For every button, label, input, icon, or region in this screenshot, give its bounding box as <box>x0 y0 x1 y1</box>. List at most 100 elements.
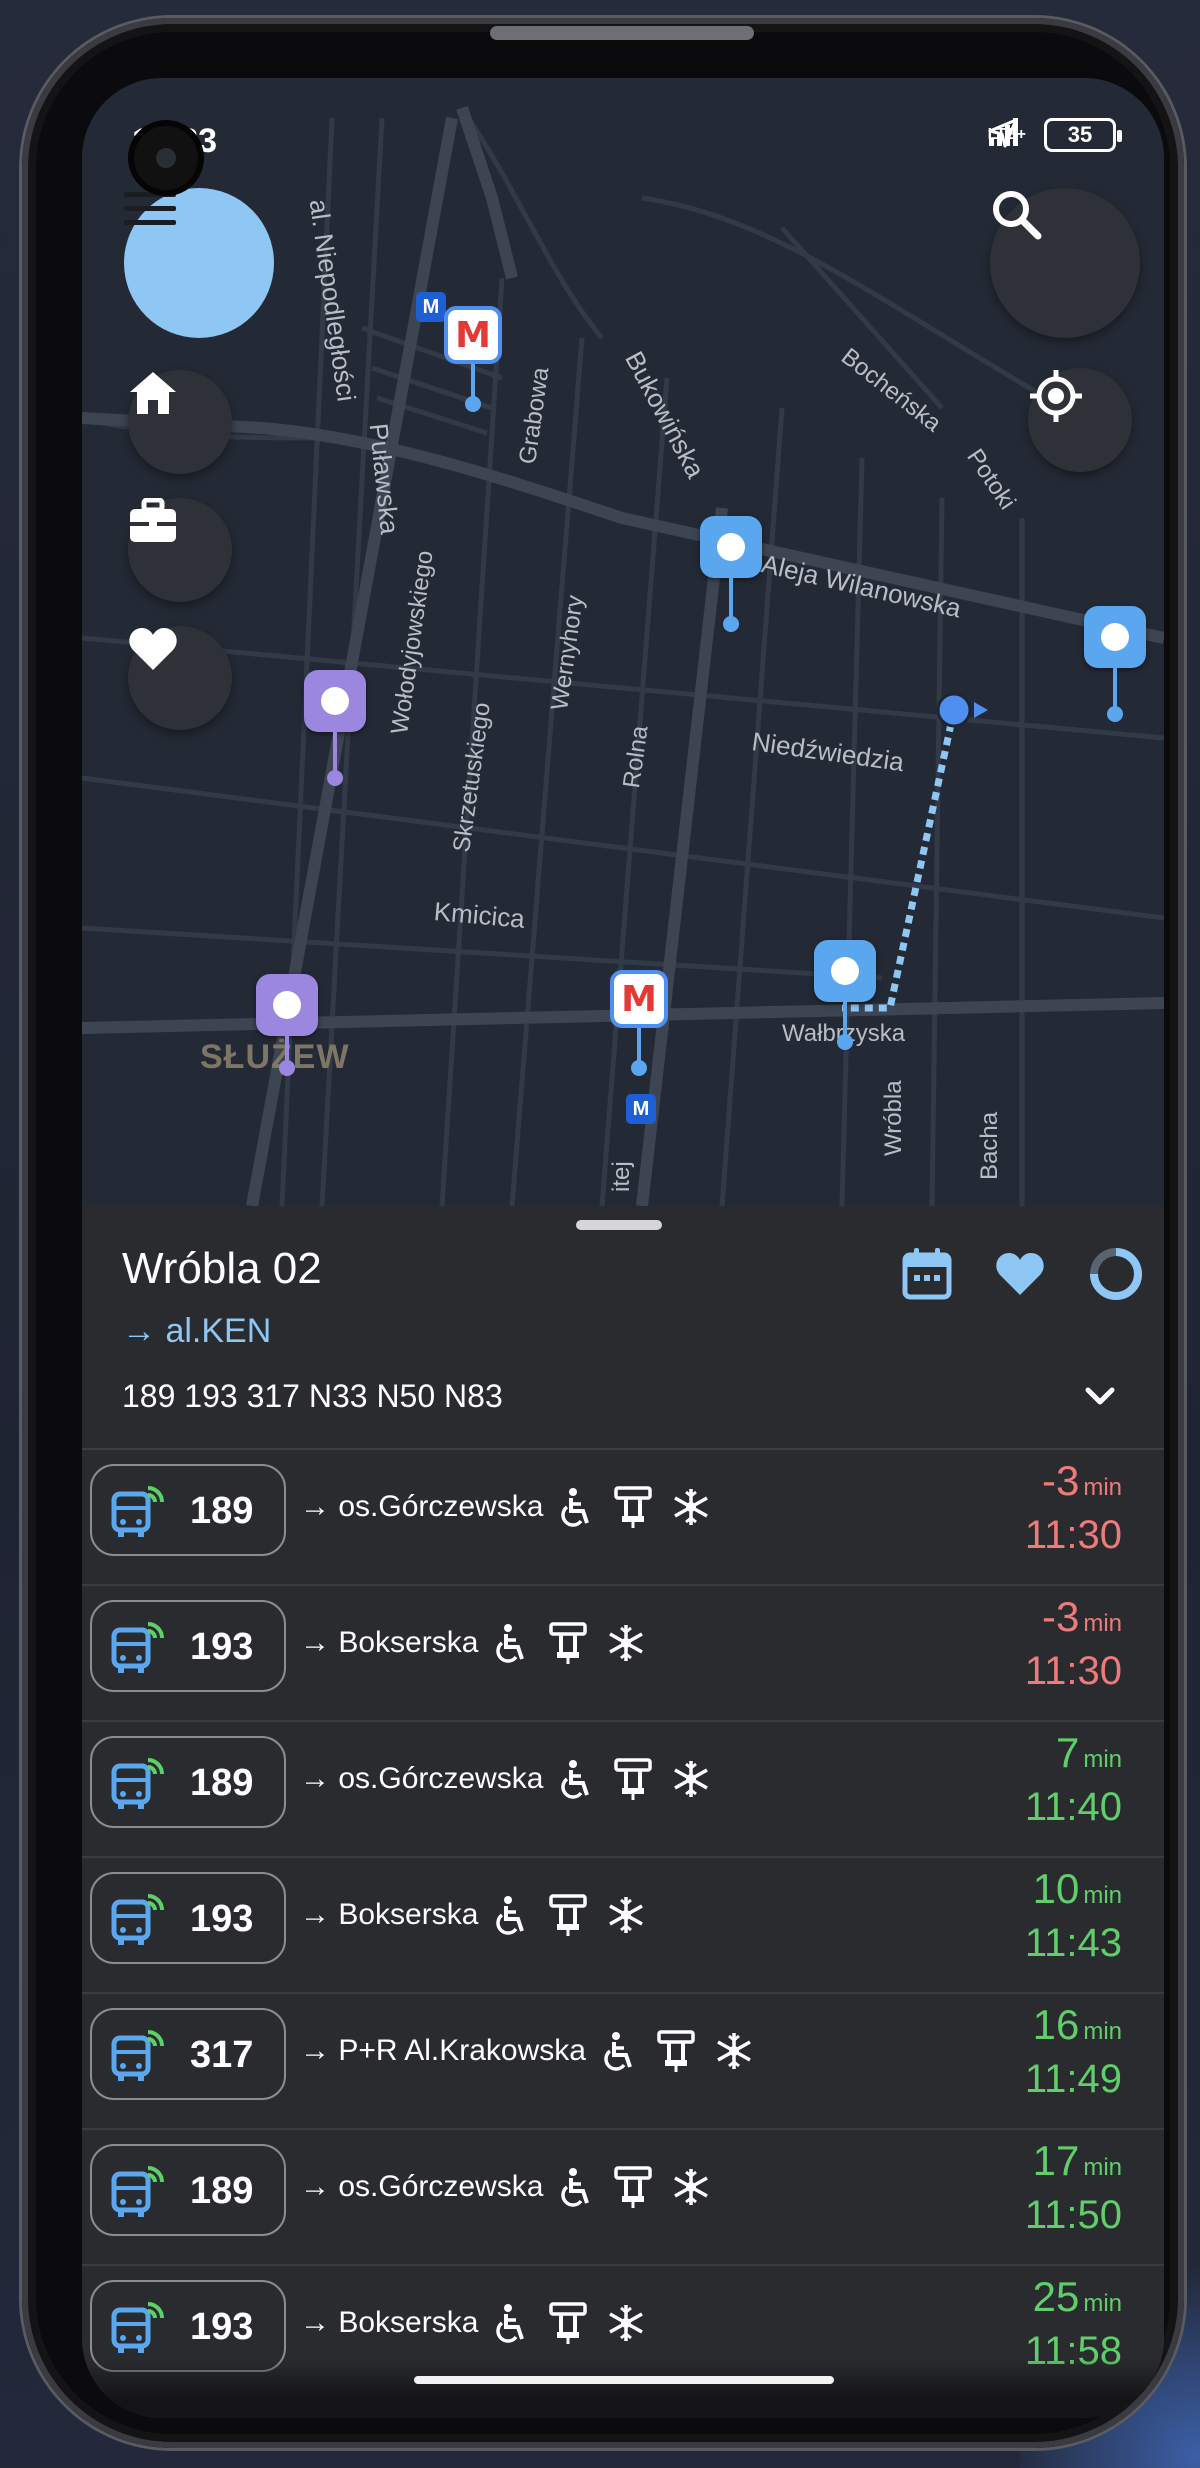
bus-stop-pin[interactable] <box>700 516 762 632</box>
line-badge[interactable]: 189 <box>90 1736 286 1828</box>
metro-logo-icon: M <box>444 306 502 364</box>
ticket-machine-icon <box>613 1486 653 1528</box>
line-number: 193 <box>190 1626 254 1668</box>
departure-row[interactable]: 317 → P+R Al.Krakowska 16 min 11:49 <box>82 1994 1164 2130</box>
ticket-machine-icon <box>548 1622 588 1664</box>
metro-badge: M <box>416 292 446 322</box>
destination-label: → Bokserska <box>300 2306 479 2339</box>
departure-time: 11:43 <box>1024 1921 1122 1965</box>
metro-station-pin[interactable]: M <box>610 970 668 1076</box>
refresh-indicator[interactable] <box>1088 1246 1144 1307</box>
gesture-nav-bar[interactable] <box>414 2376 834 2384</box>
home-icon <box>130 372 176 414</box>
heart-icon <box>129 628 177 670</box>
briefcase-icon <box>130 498 176 542</box>
destination-label: → os.Górczewska <box>300 1490 544 1523</box>
favorites-button[interactable] <box>128 626 232 730</box>
air-conditioning-icon <box>671 2167 711 2207</box>
departure-time: 11:30 <box>1024 1513 1122 1557</box>
map-view[interactable]: al. Niepodległości Puławska Grabowa Buko… <box>82 78 1164 1206</box>
minutes-unit: min <box>1083 1746 1122 1773</box>
my-location-button[interactable] <box>1028 368 1132 472</box>
bus-stop-pin[interactable] <box>1084 606 1146 722</box>
ticket-machine-icon <box>548 2302 588 2344</box>
departure-eta: 16 min 11:49 <box>1025 2002 1122 2103</box>
stop-lines-list: 189 193 317 N33 N50 N83 <box>122 1378 503 1414</box>
selected-bus-stop-pin[interactable] <box>814 940 876 1050</box>
stop-name: Wróbla 02 <box>122 1244 322 1293</box>
line-number: 317 <box>190 2034 254 2076</box>
stop-direction: → al.KEN <box>122 1312 272 1350</box>
search-icon <box>993 191 1042 240</box>
ticket-machine-icon <box>613 1758 653 1800</box>
minutes-unit: min <box>1083 2018 1122 2045</box>
departure-row[interactable]: 193 → Bokserska <box>82 1858 1164 1994</box>
departure-row[interactable]: 189 → os.Górczewska <box>82 1722 1164 1858</box>
line-badge[interactable]: 317 <box>90 2008 286 2100</box>
departure-row[interactable]: 193 → Bokserska <box>82 1586 1164 1722</box>
departure-time: 11:30 <box>1024 1649 1122 1693</box>
metro-badge: M <box>626 1094 656 1124</box>
calendar-icon <box>902 1248 952 1300</box>
ticket-machine-icon <box>656 2030 696 2072</box>
line-badge[interactable]: 193 <box>90 1872 286 1964</box>
air-conditioning-icon <box>714 2031 754 2071</box>
wheelchair-icon <box>604 2031 638 2071</box>
wheelchair-icon <box>496 1623 530 1663</box>
bus-realtime-icon <box>111 1894 164 1945</box>
air-conditioning-icon <box>606 2303 646 2343</box>
search-button[interactable] <box>990 188 1140 338</box>
departure-eta: -3 min 11:30 <box>1025 1594 1122 1695</box>
timetable-button[interactable] <box>902 1247 952 1306</box>
refresh-progress-icon <box>1090 1248 1142 1300</box>
phone-speaker <box>490 26 754 40</box>
line-number: 193 <box>190 1898 254 1940</box>
wheelchair-icon <box>496 1895 530 1935</box>
line-number: 189 <box>190 2170 254 2212</box>
minutes-unit: min <box>1083 2290 1122 2317</box>
heart-icon <box>996 1253 1044 1295</box>
minutes-until-departure: 17 <box>1032 2137 1080 2184</box>
work-button[interactable] <box>128 498 232 602</box>
street-label: itej <box>608 1161 635 1192</box>
destination-label: → os.Górczewska <box>300 2170 544 2203</box>
crosshair-icon <box>1030 370 1082 422</box>
menu-button[interactable] <box>124 188 274 338</box>
departure-time: 11:40 <box>1024 1785 1122 1829</box>
wheelchair-icon <box>561 1487 595 1527</box>
destination-label: → P+R Al.Krakowska <box>300 2034 586 2067</box>
line-badge[interactable]: 189 <box>90 1464 286 1556</box>
signal-icon <box>988 118 1018 146</box>
tram-stop-pin[interactable] <box>304 670 366 786</box>
bus-realtime-icon <box>111 1758 164 1809</box>
sheet-drag-handle[interactable] <box>576 1220 662 1230</box>
destination-label: → os.Górczewska <box>300 1762 544 1795</box>
bus-realtime-icon <box>111 2166 164 2217</box>
minutes-until-departure: 25 <box>1032 2273 1080 2320</box>
bus-realtime-icon <box>111 2302 164 2353</box>
favorite-stop-button[interactable] <box>994 1251 1046 1302</box>
ticket-machine-icon <box>548 1894 588 1936</box>
departure-row[interactable]: 189 → os.Górczewska <box>82 2130 1164 2266</box>
line-badge[interactable]: 189 <box>90 2144 286 2236</box>
battery-indicator: 35 <box>1044 118 1122 152</box>
line-badge[interactable]: 193 <box>90 1600 286 1692</box>
home-button[interactable] <box>128 370 232 474</box>
departure-time: 11:49 <box>1024 2057 1122 2101</box>
air-conditioning-icon <box>606 1895 646 1935</box>
street-label: Wróbla <box>880 1080 907 1156</box>
status-bar: 11:33 LTE+ 35 <box>82 78 1164 190</box>
street-label: Bacha <box>976 1111 1003 1180</box>
departure-time: 11:50 <box>1024 2193 1122 2237</box>
bus-realtime-icon <box>111 1622 164 1673</box>
metro-station-pin[interactable]: M <box>444 306 502 412</box>
hamburger-icon <box>124 192 176 225</box>
minutes-until-departure: -3 <box>1041 1457 1080 1504</box>
ticket-machine-icon <box>613 2166 653 2208</box>
air-conditioning-icon <box>671 1759 711 1799</box>
tram-stop-pin[interactable] <box>256 974 318 1076</box>
wheelchair-icon <box>561 1759 595 1799</box>
expand-lines-button[interactable] <box>1080 1376 1120 1421</box>
departure-row[interactable]: 189 → os.Górczewska <box>82 1450 1164 1586</box>
line-number: 189 <box>190 1762 254 1804</box>
